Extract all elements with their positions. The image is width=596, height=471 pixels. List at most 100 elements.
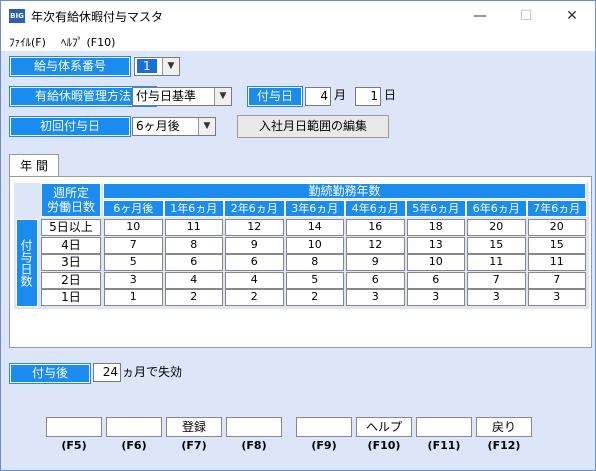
table-cell[interactable]: 3 — [104, 271, 163, 289]
table-cell[interactable]: 7 — [527, 271, 586, 289]
table-cell[interactable]: 5 — [285, 271, 344, 289]
day-unit: 日 — [384, 88, 397, 102]
chevron-down-icon[interactable]: ▼ — [214, 88, 231, 105]
years-header: 勤続勤務年数 — [103, 183, 586, 199]
app-icon: BIG — [9, 9, 25, 23]
function-key-label: (F11) — [427, 439, 461, 452]
first-grant-value: 6ヶ月後 — [136, 119, 180, 133]
title-bar: BIG 年次有給休暇付与マスタ — ☐ ✕ — [1, 1, 595, 31]
table-cell[interactable]: 11 — [527, 254, 586, 272]
table-cell[interactable]: 7 — [104, 236, 163, 254]
chevron-down-icon[interactable]: ▼ — [162, 58, 179, 75]
function-key-button-11[interactable] — [416, 417, 472, 437]
expire-months-input[interactable]: 24 — [93, 363, 121, 382]
edit-range-button[interactable]: 入社月日範囲の編集 — [237, 115, 389, 138]
month-unit: 月 — [334, 88, 347, 102]
table-cell[interactable]: 7 — [467, 271, 526, 289]
app-window: BIG 年次有給休暇付与マスタ — ☐ ✕ ﾌｧｲﾙ(F) ﾍﾙﾌﾟ (F10)… — [0, 0, 596, 471]
function-key-button-7[interactable]: 登録 — [166, 417, 222, 437]
table-cell[interactable]: 10 — [104, 219, 163, 236]
window-title: 年次有給休暇付与マスタ — [31, 10, 164, 24]
function-key-button-9[interactable] — [296, 417, 352, 437]
function-key-button-6[interactable] — [106, 417, 162, 437]
maximize-button[interactable]: ☐ — [503, 1, 549, 31]
weekly-days-header: 週所定 労働日数 — [41, 183, 101, 217]
menu-bar: ﾌｧｲﾙ(F) ﾍﾙﾌﾟ (F10) — [1, 31, 595, 51]
grant-month-input[interactable]: 4 — [305, 87, 331, 106]
row-label: 2日 — [41, 271, 101, 289]
table-cell[interactable]: 2 — [225, 289, 284, 307]
table-cell[interactable]: 3 — [527, 289, 586, 307]
function-key-label: (F7) — [181, 439, 207, 452]
function-key-button-12[interactable]: 戻り — [476, 417, 532, 437]
table-cell[interactable]: 6 — [406, 271, 465, 289]
table-cell[interactable]: 13 — [406, 236, 465, 254]
expire-label: 付与後 — [9, 363, 91, 384]
minimize-button[interactable]: — — [457, 1, 503, 31]
table-cell[interactable]: 11 — [164, 219, 223, 236]
table-cell[interactable]: 3 — [406, 289, 465, 307]
expire-suffix: ヵ月で失効 — [122, 365, 183, 379]
table-cell[interactable]: 6 — [346, 271, 405, 289]
table-cell[interactable]: 12 — [225, 219, 284, 236]
chevron-down-icon[interactable]: ▼ — [198, 118, 215, 135]
function-key-label: (F8) — [241, 439, 267, 452]
table-cell[interactable]: 18 — [406, 219, 465, 236]
column-header: 5年6ヵ月 — [405, 200, 466, 217]
first-grant-label: 初回付与日 — [9, 116, 131, 137]
table-cell[interactable]: 3 — [467, 289, 526, 307]
grant-day-input[interactable]: 1 — [355, 87, 381, 106]
column-header: 7年6ヵ月 — [526, 200, 587, 217]
function-key-button-10[interactable]: ヘルプ — [356, 417, 412, 437]
table-cell[interactable]: 2 — [285, 289, 344, 307]
table-cell[interactable]: 14 — [285, 219, 344, 236]
table-cell[interactable]: 2 — [164, 289, 223, 307]
salary-system-value: 1 — [137, 59, 157, 73]
row-label: 5日以上 — [41, 219, 101, 236]
row-label: 4日 — [41, 236, 101, 254]
table-cell[interactable]: 20 — [467, 219, 526, 236]
table-cell[interactable]: 4 — [164, 271, 223, 289]
table-cell[interactable]: 5 — [104, 254, 163, 272]
first-grant-select[interactable]: 6ヶ月後 ▼ — [132, 117, 216, 136]
table-cell[interactable]: 6 — [164, 254, 223, 272]
function-key-label: (F9) — [311, 439, 337, 452]
table-cell[interactable]: 8 — [285, 254, 344, 272]
function-key-button-8[interactable] — [226, 417, 282, 437]
table-cell[interactable]: 20 — [527, 219, 586, 236]
table-cell[interactable]: 11 — [467, 254, 526, 272]
function-key-label: (F5) — [61, 439, 87, 452]
table-cell[interactable]: 16 — [346, 219, 405, 236]
table-cell[interactable]: 9 — [346, 254, 405, 272]
function-key-label: (F6) — [121, 439, 147, 452]
grant-table: 付与日数 週所定 労働日数 勤続勤務年数 6ヶ月後 1年6ヵ月 2年6ヵ月 3年6ヵ月 4年6… — [14, 183, 589, 309]
table-cell[interactable]: 9 — [225, 236, 284, 254]
row-label: 1日 — [41, 289, 101, 307]
table-cell[interactable]: 1 — [104, 289, 163, 307]
salary-system-select[interactable]: 1 ▼ — [134, 57, 180, 76]
table-cell[interactable]: 8 — [164, 236, 223, 254]
client-area: 給与体系番号 1 ▼ 有給休暇管理方法 付与日基準 ▼ 付与日 4 月 1 日 … — [1, 51, 595, 470]
function-key-label: (F12) — [487, 439, 521, 452]
close-button[interactable]: ✕ — [549, 1, 595, 31]
tab-annual[interactable]: 年 間 — [9, 154, 59, 177]
column-header: 2年6ヵ月 — [224, 200, 285, 217]
column-header: 6ヶ月後 — [103, 200, 164, 217]
grant-days-header: 付与日数 — [16, 219, 38, 307]
table-cell[interactable]: 3 — [346, 289, 405, 307]
table-cell[interactable]: 12 — [346, 236, 405, 254]
table-cell[interactable]: 4 — [225, 271, 284, 289]
column-header: 3年6ヵ月 — [284, 200, 345, 217]
function-key-button-5[interactable] — [46, 417, 102, 437]
table-cell[interactable]: 15 — [527, 236, 586, 254]
menu-file[interactable]: ﾌｧｲﾙ(F) — [9, 34, 46, 50]
table-cell[interactable]: 10 — [285, 236, 344, 254]
table-cell[interactable]: 15 — [467, 236, 526, 254]
management-method-select[interactable]: 付与日基準 ▼ — [132, 87, 232, 106]
column-header: 1年6ヵ月 — [163, 200, 224, 217]
table-cell[interactable]: 10 — [406, 254, 465, 272]
column-header: 4年6ヵ月 — [345, 200, 406, 217]
table-cell[interactable]: 6 — [225, 254, 284, 272]
salary-system-label: 給与体系番号 — [9, 56, 131, 77]
menu-help[interactable]: ﾍﾙﾌﾟ (F10) — [61, 34, 115, 50]
